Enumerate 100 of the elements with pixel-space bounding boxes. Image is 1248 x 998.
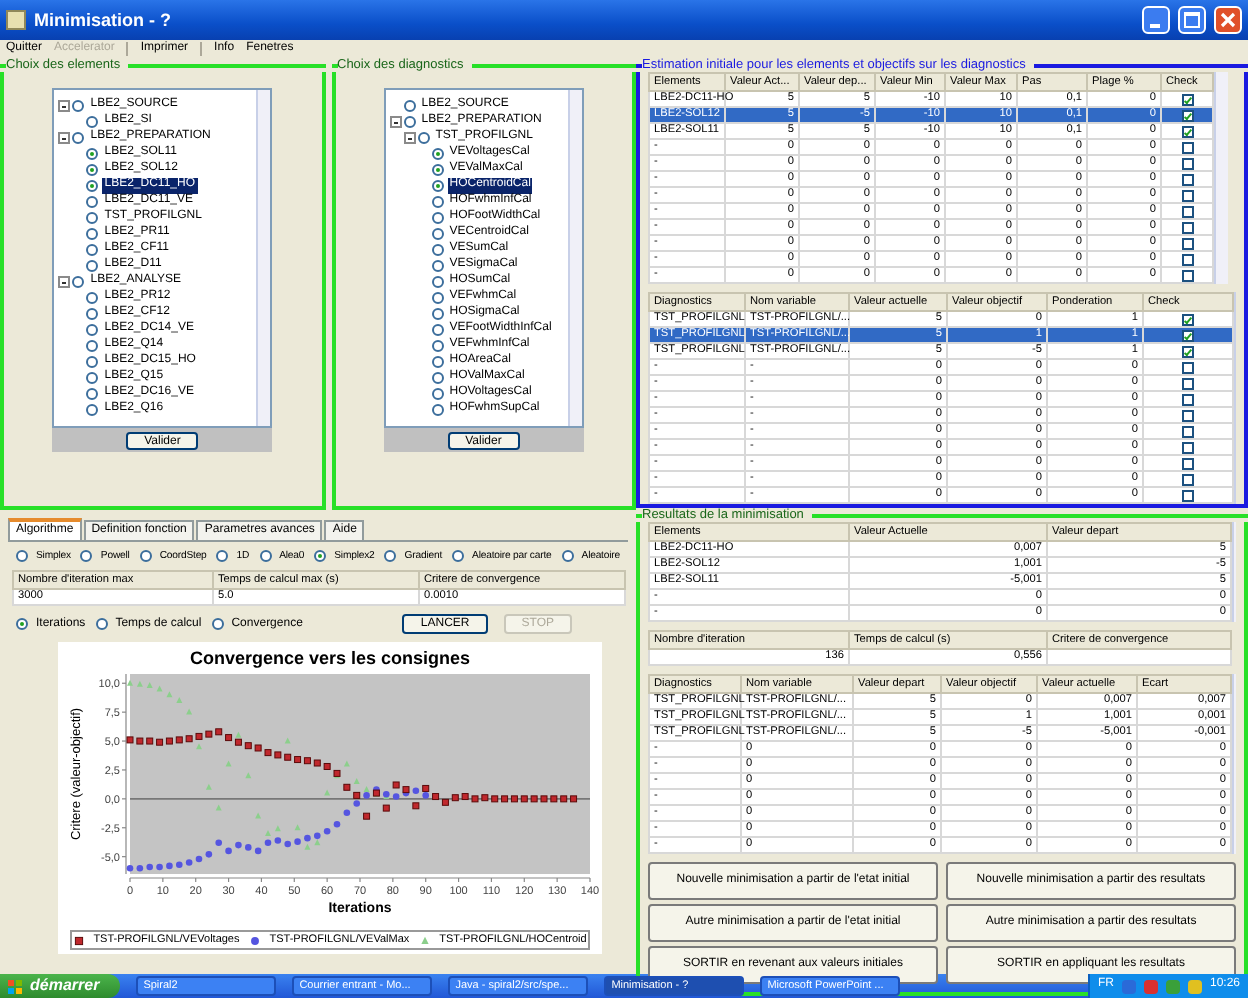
radio-button[interactable] bbox=[139, 550, 152, 563]
checkbox[interactable] bbox=[1182, 313, 1194, 325]
radio-button[interactable] bbox=[431, 340, 444, 352]
checkbox[interactable] bbox=[1182, 441, 1194, 453]
close-button[interactable] bbox=[1214, 6, 1242, 34]
radio-button[interactable] bbox=[431, 148, 444, 160]
radio-button[interactable] bbox=[86, 292, 99, 304]
checkbox[interactable] bbox=[1181, 237, 1193, 249]
radio-button[interactable] bbox=[431, 276, 444, 288]
expand-toggle[interactable] bbox=[58, 276, 71, 288]
scrollbar[interactable] bbox=[256, 90, 271, 426]
expand-toggle[interactable] bbox=[389, 116, 402, 128]
data-point bbox=[274, 825, 281, 832]
radio-button[interactable] bbox=[211, 618, 224, 631]
checkbox[interactable] bbox=[1182, 425, 1194, 437]
radio-button[interactable] bbox=[16, 550, 28, 563]
radio-button[interactable] bbox=[431, 292, 444, 304]
checkbox[interactable] bbox=[1182, 473, 1194, 485]
radio-button[interactable] bbox=[216, 550, 229, 563]
radio-button[interactable] bbox=[16, 618, 28, 631]
radio-button[interactable] bbox=[403, 100, 416, 112]
radio-button[interactable] bbox=[431, 212, 444, 224]
expand-toggle[interactable] bbox=[58, 132, 71, 144]
checkbox[interactable] bbox=[1181, 189, 1193, 201]
radio-button[interactable] bbox=[431, 164, 444, 176]
window-title: Minimisation - ? bbox=[34, 9, 171, 31]
radio-button[interactable] bbox=[431, 356, 444, 368]
radio-button[interactable] bbox=[452, 550, 465, 563]
radio-button[interactable] bbox=[403, 116, 416, 128]
data-point bbox=[294, 838, 301, 846]
data-point bbox=[363, 813, 371, 821]
checkbox[interactable] bbox=[1181, 269, 1193, 281]
checkbox[interactable] bbox=[1181, 93, 1193, 105]
radio-button[interactable] bbox=[431, 196, 444, 208]
radio-button[interactable] bbox=[314, 550, 327, 563]
checkbox[interactable] bbox=[1181, 109, 1193, 121]
radio-button[interactable] bbox=[95, 618, 108, 631]
checkbox[interactable] bbox=[1182, 409, 1194, 421]
radio-button[interactable] bbox=[72, 276, 85, 288]
radio-button[interactable] bbox=[561, 550, 574, 563]
checkbox[interactable] bbox=[1181, 221, 1193, 233]
radio-button[interactable] bbox=[86, 180, 99, 192]
radio-button[interactable] bbox=[86, 356, 99, 368]
scrollbar[interactable] bbox=[1234, 292, 1236, 504]
radio-button[interactable] bbox=[86, 404, 99, 416]
radio-button[interactable] bbox=[431, 388, 444, 400]
radio-button[interactable] bbox=[431, 324, 444, 336]
scrollbar[interactable] bbox=[1232, 522, 1236, 622]
scrollbar[interactable] bbox=[567, 90, 582, 426]
checkbox[interactable] bbox=[1181, 157, 1193, 169]
checkbox[interactable] bbox=[1182, 345, 1194, 357]
checkbox[interactable] bbox=[1181, 173, 1193, 185]
checkbox[interactable] bbox=[1182, 489, 1194, 501]
checkbox[interactable] bbox=[1181, 205, 1193, 217]
radio-button[interactable] bbox=[417, 132, 430, 144]
scrollbar[interactable] bbox=[1232, 674, 1236, 854]
data-point bbox=[215, 840, 222, 847]
radio-button[interactable] bbox=[86, 372, 99, 384]
radio-button[interactable] bbox=[431, 404, 444, 416]
data-point bbox=[225, 848, 232, 855]
radio-button[interactable] bbox=[86, 340, 99, 352]
radio-button[interactable] bbox=[431, 228, 444, 240]
radio-button[interactable] bbox=[86, 116, 99, 128]
checkbox[interactable] bbox=[1181, 141, 1193, 153]
radio-button[interactable] bbox=[72, 100, 85, 112]
radio-button[interactable] bbox=[431, 180, 444, 192]
maximize-button[interactable] bbox=[1178, 6, 1206, 34]
radio-button[interactable] bbox=[259, 550, 272, 563]
radio-button[interactable] bbox=[431, 308, 444, 320]
radio-button[interactable] bbox=[86, 244, 99, 256]
radio-button[interactable] bbox=[86, 148, 99, 160]
data-point bbox=[166, 863, 173, 870]
checkbox[interactable] bbox=[1182, 377, 1194, 389]
checkbox[interactable] bbox=[1182, 361, 1194, 373]
expand-toggle[interactable] bbox=[58, 100, 71, 112]
data-point bbox=[146, 682, 153, 689]
radio-button[interactable] bbox=[80, 550, 93, 563]
radio-button[interactable] bbox=[72, 132, 85, 144]
data-point bbox=[245, 772, 252, 779]
radio-button[interactable] bbox=[86, 324, 99, 336]
radio-button[interactable] bbox=[86, 260, 99, 272]
radio-button[interactable] bbox=[384, 550, 397, 563]
minimize-button[interactable] bbox=[1142, 6, 1170, 34]
radio-button[interactable] bbox=[86, 196, 99, 208]
checkbox[interactable] bbox=[1182, 329, 1194, 341]
checkbox[interactable] bbox=[1182, 457, 1194, 469]
radio-button[interactable] bbox=[431, 372, 444, 384]
scrollbar[interactable] bbox=[1214, 72, 1228, 284]
radio-button[interactable] bbox=[86, 388, 99, 400]
expand-toggle[interactable] bbox=[403, 132, 416, 144]
checkbox[interactable] bbox=[1181, 253, 1193, 265]
radio-button[interactable] bbox=[86, 228, 99, 240]
close-icon bbox=[1220, 12, 1236, 28]
radio-button[interactable] bbox=[431, 244, 444, 256]
radio-button[interactable] bbox=[86, 308, 99, 320]
radio-button[interactable] bbox=[86, 212, 99, 224]
checkbox[interactable] bbox=[1182, 393, 1194, 405]
checkbox[interactable] bbox=[1181, 125, 1193, 137]
radio-button[interactable] bbox=[86, 164, 99, 176]
radio-button[interactable] bbox=[431, 260, 444, 272]
